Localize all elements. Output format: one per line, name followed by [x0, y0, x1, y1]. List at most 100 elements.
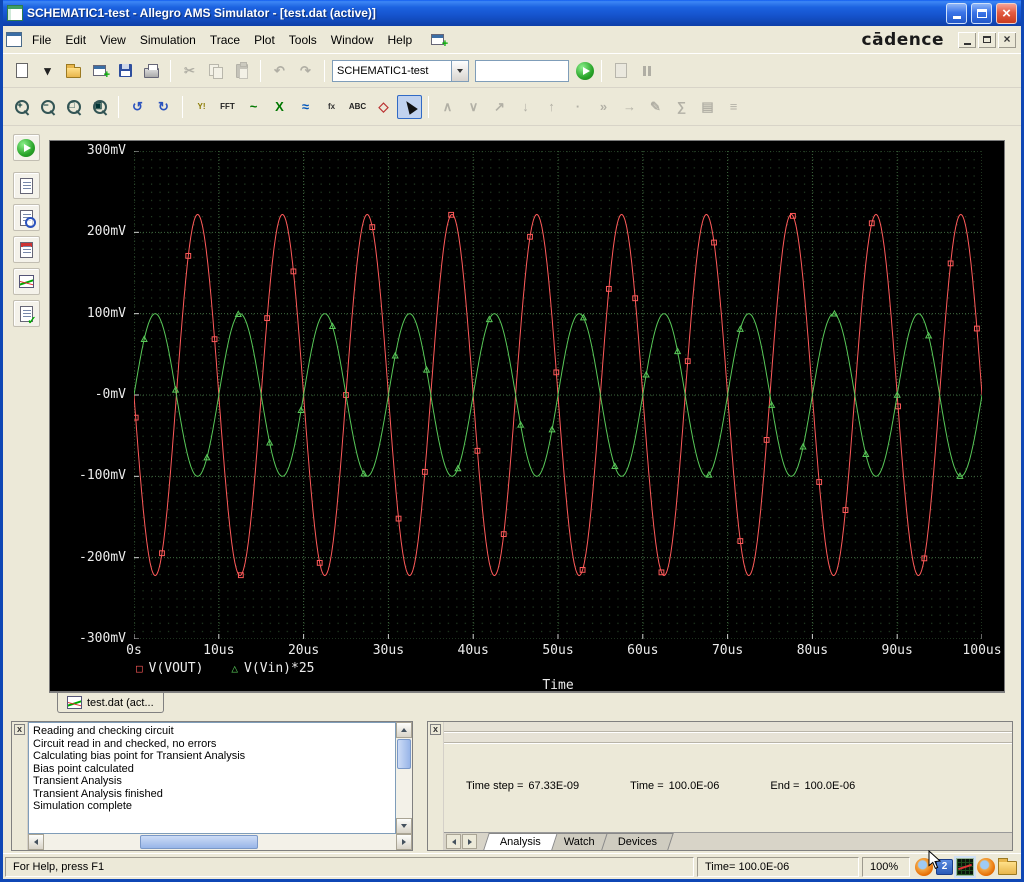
- toolbar-separator: [601, 59, 602, 82]
- zoom-in-icon: +: [14, 99, 30, 115]
- copy-icon: [208, 63, 223, 79]
- simulation-tabs: Analysis Watch Devices: [483, 833, 674, 850]
- trace-button-group: Y! FFT ~ X ≈ fx ABC ◇: [187, 94, 424, 119]
- x-tick-label: 90us: [881, 643, 913, 658]
- run-simulation-button[interactable]: [572, 59, 597, 83]
- x-tick-label: 50us: [542, 643, 574, 658]
- menu-file[interactable]: File: [25, 29, 58, 51]
- paste-icon: [235, 61, 248, 79]
- cadence-logo: cādence: [861, 29, 944, 50]
- simulation-profile-input[interactable]: [333, 61, 451, 80]
- menu-view[interactable]: View: [93, 29, 133, 51]
- simulation-header-row: [444, 733, 1012, 744]
- view-output-file-button[interactable]: [12, 172, 40, 199]
- view-simulation-results-button[interactable]: [12, 268, 40, 295]
- edit-simulation-profile-button[interactable]: [12, 300, 40, 327]
- app-icon[interactable]: [7, 5, 23, 21]
- cut-icon: ✂: [184, 63, 195, 78]
- tab-analysis[interactable]: Analysis: [483, 833, 558, 850]
- tab-test-dat[interactable]: test.dat (act...: [57, 693, 164, 713]
- menu-window[interactable]: Window: [324, 29, 381, 51]
- cursor-slope-button: ↗: [487, 95, 512, 119]
- run-target-input[interactable]: [476, 61, 568, 80]
- zoom-fit-button[interactable]: ▣: [87, 95, 112, 119]
- firefox-icon-2[interactable]: [977, 857, 995, 876]
- help-topics-button[interactable]: [425, 28, 450, 52]
- simulation-panel-close-button[interactable]: x: [430, 724, 441, 735]
- tab-label: Analysis: [499, 836, 541, 848]
- view-circuit-file-button[interactable]: [12, 236, 40, 263]
- scroll-up-button[interactable]: [396, 722, 412, 738]
- menu-tools[interactable]: Tools: [282, 29, 324, 51]
- menu-plot[interactable]: Plot: [247, 29, 282, 51]
- append-file-button[interactable]: [87, 59, 112, 83]
- eval-function-button[interactable]: fx: [319, 95, 344, 119]
- simulation-status-button[interactable]: [12, 134, 40, 161]
- log-x-axis-button[interactable]: X: [267, 95, 292, 119]
- waveform-svg[interactable]: [134, 151, 982, 639]
- tab-scroll-right-button[interactable]: [462, 834, 477, 849]
- view-netlist-icon: [19, 209, 36, 228]
- scroll-left-button[interactable]: [28, 834, 44, 850]
- hscroll-track[interactable]: [44, 834, 396, 850]
- text-label-button[interactable]: ABC: [345, 95, 370, 119]
- hscroll-thumb[interactable]: [140, 835, 258, 849]
- close-button[interactable]: [996, 2, 1017, 24]
- eval-function-icon: fx: [327, 101, 336, 111]
- tab-devices[interactable]: Devices: [600, 833, 674, 850]
- scroll-down-button[interactable]: [396, 818, 412, 834]
- cursor-trough-button: ∨: [461, 95, 486, 119]
- maximize-button[interactable]: [971, 2, 992, 24]
- redo-button: ↷: [293, 59, 318, 83]
- new-dropdown-button[interactable]: ▾: [35, 59, 60, 83]
- legend-label: V(VOUT): [148, 661, 204, 676]
- minimize-button[interactable]: [946, 2, 967, 24]
- toolbar-separator: [118, 95, 119, 118]
- fft-button[interactable]: FFT: [215, 95, 240, 119]
- vscroll-thumb[interactable]: [397, 739, 411, 769]
- x-tick-label: 60us: [627, 643, 659, 658]
- open-button[interactable]: [61, 59, 86, 83]
- menu-edit[interactable]: Edit: [58, 29, 93, 51]
- output-log-gutter: x: [12, 722, 28, 850]
- zoom-area-button[interactable]: □: [61, 95, 86, 119]
- save-button[interactable]: [113, 59, 138, 83]
- x-tick-label: 0s: [126, 643, 142, 658]
- document-system-icon[interactable]: [6, 32, 22, 47]
- zoom-in-button[interactable]: +: [9, 95, 34, 119]
- statusbar-time-readout: Time= 100.0E-06: [697, 856, 859, 877]
- output-log-close-button[interactable]: x: [14, 724, 25, 735]
- x-tick-label: 100us: [962, 643, 1002, 658]
- save-icon: [119, 64, 132, 77]
- vscroll-track[interactable]: [396, 738, 412, 818]
- mdi-minimize-button[interactable]: [958, 31, 976, 48]
- add-trace-button[interactable]: ~: [241, 95, 266, 119]
- simulator-tray-icon[interactable]: [956, 857, 974, 876]
- previous-view-button[interactable]: ↺: [125, 95, 150, 119]
- new-button[interactable]: [9, 59, 34, 83]
- view-netlist-button[interactable]: [12, 204, 40, 231]
- tab-scroll-left-button[interactable]: [446, 834, 461, 849]
- scroll-right-button[interactable]: [396, 834, 412, 850]
- cursor-toggle-button[interactable]: [397, 94, 422, 119]
- performance-analysis-button[interactable]: ≈: [293, 95, 318, 119]
- folder-icon[interactable]: [998, 858, 1017, 875]
- menu-trace[interactable]: Trace: [203, 29, 247, 51]
- output-log-list[interactable]: Reading and checking circuit Circuit read…: [28, 722, 396, 834]
- mark-data-points-button[interactable]: ◇: [371, 95, 396, 119]
- output-log-vscrollbar[interactable]: [396, 722, 412, 834]
- profile-combo-dropdown[interactable]: [451, 60, 468, 81]
- zoom-out-icon: −: [40, 99, 56, 115]
- mdi-restore-button[interactable]: [978, 31, 996, 48]
- post-run-button-group: [606, 59, 661, 83]
- print-button[interactable]: [139, 59, 164, 83]
- output-log-hscrollbar[interactable]: [28, 834, 412, 850]
- mdi-close-button[interactable]: [998, 31, 1016, 48]
- menu-help[interactable]: Help: [380, 29, 419, 51]
- log-y-axis-button[interactable]: Y!: [189, 95, 214, 119]
- run-target-combo: [475, 59, 569, 82]
- zoom-out-button[interactable]: −: [35, 95, 60, 119]
- undo-icon: ↶: [274, 63, 285, 78]
- redraw-plot-button[interactable]: ↻: [151, 95, 176, 119]
- menu-simulation[interactable]: Simulation: [133, 29, 203, 51]
